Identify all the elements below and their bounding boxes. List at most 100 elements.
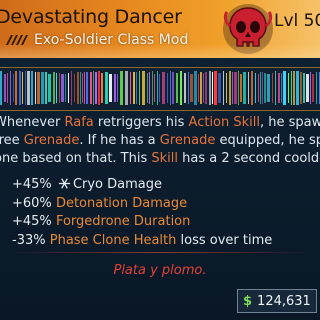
barcode-bar xyxy=(45,72,47,104)
barcode-bar xyxy=(198,74,199,102)
barcode-bar xyxy=(31,71,33,105)
barcode-bar xyxy=(162,72,165,104)
keyword-text: Action Skill xyxy=(188,115,260,130)
description-text: . If he has a xyxy=(79,133,160,148)
barcode-bar xyxy=(27,71,30,105)
stat-value: +45% xyxy=(12,177,52,192)
barcode-bar xyxy=(255,73,256,103)
item-type: Exo-Soldier Class Mod xyxy=(34,32,189,48)
class-mod-stripes-icon xyxy=(6,35,28,45)
barcode-bar xyxy=(15,71,17,105)
barcode-bar xyxy=(136,72,137,104)
barcode-bar xyxy=(212,72,213,104)
barcode-bar xyxy=(296,71,299,105)
stat-line: +45% Forgedrone Duration xyxy=(12,213,312,232)
barcode-bar xyxy=(101,73,103,103)
barcode-bar xyxy=(275,71,276,105)
barcode-bar xyxy=(214,71,217,105)
barcode-bar xyxy=(10,71,11,105)
barcode-bar xyxy=(176,73,178,103)
stat-suffix: loss over time xyxy=(176,232,273,248)
barcode-bar xyxy=(120,71,123,105)
barcode-bar xyxy=(306,74,309,102)
description-text: equipped, he spawns xyxy=(219,133,320,148)
price-box: $ 124,631 xyxy=(237,289,317,313)
barcode-bar xyxy=(278,73,280,103)
item-card: Devastating Dancer Lvl 50 Exo-Soldier Cl… xyxy=(0,0,320,320)
barcode-bar xyxy=(117,74,118,102)
barcode-bar xyxy=(312,74,314,102)
item-type-row: Exo-Soldier Class Mod xyxy=(4,30,188,50)
stat-value: +45% xyxy=(12,214,52,229)
barcode-bar xyxy=(142,71,145,105)
barcode-bar xyxy=(157,71,158,105)
barcode-bar xyxy=(59,73,60,103)
snowflake-icon xyxy=(58,178,71,189)
barcode-bar xyxy=(190,74,193,102)
barcode-bar xyxy=(0,71,2,105)
description-text: one based on that. This xyxy=(0,151,152,166)
barcode-bar xyxy=(71,71,72,105)
barcode-bar xyxy=(188,72,189,104)
barcode-bar xyxy=(223,71,224,105)
barcode-bar xyxy=(90,72,92,104)
description-line: one based on that. This Skill has a 2 se… xyxy=(0,150,320,168)
barcode-bar xyxy=(61,74,64,102)
barcode-bar xyxy=(262,72,263,104)
barcode-bar xyxy=(7,73,8,103)
stat-label: Detonation Damage xyxy=(55,195,188,211)
barcode-bar xyxy=(281,73,282,103)
barcode-bar xyxy=(19,71,21,105)
barcode-bar xyxy=(84,72,85,104)
barcode-bar xyxy=(125,71,128,105)
keyword-text: Rafa xyxy=(64,115,94,130)
item-description: Whenever Rafa retriggers his Action Skil… xyxy=(0,114,320,168)
item-name: Devastating Dancer xyxy=(0,6,182,28)
description-text: Whenever xyxy=(0,115,65,130)
barcode-bar xyxy=(291,71,292,105)
barcode-bar xyxy=(13,74,14,102)
barcode-bar xyxy=(154,74,155,102)
rarity-barcode xyxy=(0,71,320,105)
description-text: free xyxy=(0,133,20,148)
barcode-bar xyxy=(167,73,168,103)
barcode-bar xyxy=(98,71,100,105)
barcode-bar xyxy=(53,72,55,104)
barcode-bar xyxy=(159,74,160,102)
flavor-text: Plata y plomo. xyxy=(113,263,207,278)
barcode-bar xyxy=(184,73,186,103)
barcode-bar xyxy=(147,73,148,103)
barcode-bar xyxy=(77,72,79,104)
barcode-bar xyxy=(229,71,231,105)
barcode-bar xyxy=(172,72,174,104)
stat-label: Phase Clone Health xyxy=(49,232,177,248)
divider xyxy=(10,252,310,253)
barcode-bar xyxy=(82,73,83,103)
barcode-bar xyxy=(238,71,239,105)
barcode-bar xyxy=(194,71,197,105)
keyword-text: Grenade xyxy=(159,133,216,148)
barcode-bar xyxy=(293,71,295,105)
barcode-bar xyxy=(260,72,261,104)
barcode-bar xyxy=(258,74,259,102)
barcode-bar xyxy=(22,72,23,104)
barcode-bar xyxy=(251,71,253,105)
barcode-bar xyxy=(35,72,36,104)
class-skull-icon xyxy=(223,4,273,54)
barcode-bar xyxy=(93,71,94,105)
barcode-bar xyxy=(303,73,305,103)
barcode-bar xyxy=(267,74,270,102)
barcode-bar xyxy=(56,73,57,103)
barcode-bar xyxy=(130,72,131,104)
barcode-bar xyxy=(86,72,88,104)
item-header: Devastating Dancer Lvl 50 Exo-Soldier Cl… xyxy=(0,0,320,58)
barcode-bar xyxy=(234,72,237,104)
barcode-bar xyxy=(200,72,202,104)
barcode-bar xyxy=(105,72,108,104)
barcode-bar xyxy=(41,72,44,104)
stat-line: -33% Phase Clone Health loss over time xyxy=(12,232,312,251)
stat-label: Cryo Damage xyxy=(72,177,162,192)
stat-line: +45% Cryo Damage xyxy=(12,176,312,195)
barcode-bar xyxy=(4,74,6,102)
barcode-bar xyxy=(80,72,81,104)
